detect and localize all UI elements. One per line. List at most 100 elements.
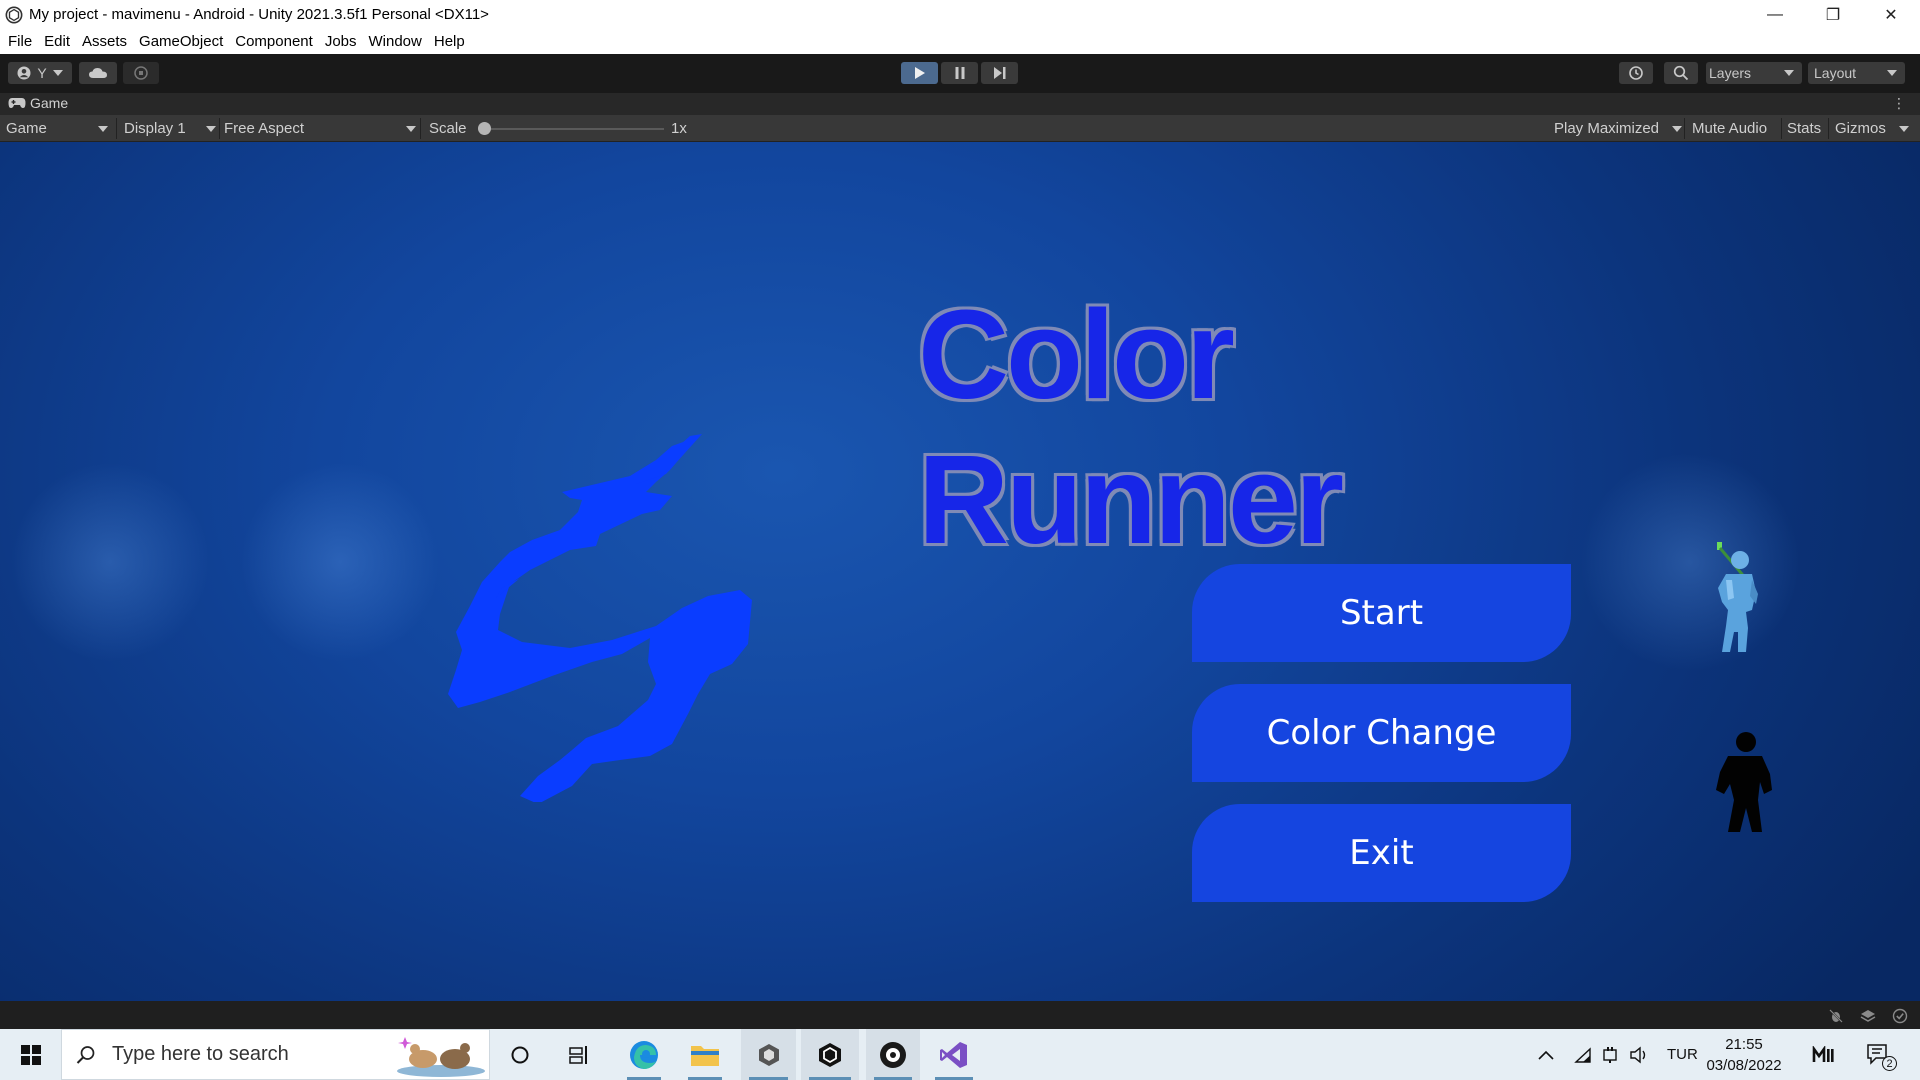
battery-button[interactable] <box>1602 1029 1618 1080</box>
chevron-down-icon <box>206 125 216 132</box>
blue-character-sprite <box>1717 542 1758 652</box>
stats-toggle[interactable]: Stats <box>1787 115 1821 142</box>
chevron-down-icon <box>406 125 416 132</box>
aspect-select[interactable]: Free Aspect <box>224 115 416 142</box>
layers-label: Layers <box>1709 65 1752 81</box>
notification-count-badge: 2 <box>1882 1056 1897 1071</box>
taskbar-edge[interactable] <box>619 1029 669 1080</box>
menu-file[interactable]: File <box>2 33 38 50</box>
taskbar-unity-editor[interactable] <box>801 1029 859 1080</box>
search-highlight-illustration <box>397 1037 485 1077</box>
clock[interactable]: 21:55 03/08/2022 <box>1706 1029 1781 1080</box>
gizmos-dropdown[interactable] <box>1899 115 1909 142</box>
play-button[interactable] <box>901 62 938 84</box>
mute-audio-toggle[interactable]: Mute Audio <box>1692 115 1767 142</box>
more-options-icon[interactable]: ⋮ <box>1892 95 1906 112</box>
collab-button[interactable] <box>123 62 159 84</box>
task-view-icon <box>569 1045 587 1064</box>
play-maximized-dropdown[interactable]: Play Maximized <box>1554 115 1682 142</box>
divider <box>1684 118 1685 139</box>
search-icon <box>1673 65 1689 81</box>
scale-slider-thumb[interactable] <box>478 121 491 135</box>
divider <box>219 118 220 139</box>
search-button[interactable] <box>1664 62 1698 84</box>
display-select[interactable]: Display 1 <box>124 115 216 142</box>
unity-editor-icon <box>819 1042 841 1067</box>
search-placeholder: Type here to search <box>112 1043 289 1065</box>
app-tray-icon <box>1812 1045 1834 1062</box>
show-hidden-icons-button[interactable] <box>1538 1029 1554 1080</box>
menu-gameobject[interactable]: GameObject <box>133 33 229 50</box>
gizmos-toggle[interactable]: Gizmos <box>1835 115 1886 142</box>
pause-icon <box>955 67 964 79</box>
window-title: My project - mavimenu - Android - Unity … <box>29 6 489 23</box>
menu-window[interactable]: Window <box>363 33 428 50</box>
task-view-button[interactable] <box>560 1029 600 1080</box>
start-button[interactable]: Start <box>1192 564 1571 662</box>
unity-app-icon <box>5 6 23 23</box>
power-plug-icon <box>1603 1046 1617 1063</box>
close-window-button[interactable]: ✕ <box>1862 0 1920 29</box>
display-select-label: Display 1 <box>124 120 186 137</box>
divider <box>116 118 117 139</box>
unity-status-bar <box>0 1001 1920 1029</box>
divider <box>1781 118 1782 139</box>
taskbar-visual-studio[interactable] <box>927 1029 981 1080</box>
scale-slider[interactable] <box>478 115 664 142</box>
input-language[interactable]: TUR <box>1667 1029 1698 1080</box>
edge-browser-icon <box>630 1040 658 1069</box>
menu-component[interactable]: Component <box>229 33 319 50</box>
meet-now-button[interactable] <box>1812 1029 1834 1080</box>
cloud-button[interactable] <box>79 62 117 84</box>
view-select[interactable]: Game <box>6 115 110 142</box>
layout-label: Layout <box>1814 65 1857 81</box>
history-button[interactable] <box>1619 62 1653 84</box>
debug-off-icon[interactable] <box>1828 1008 1844 1024</box>
unity-toolbar: Y Layers Layout <box>0 54 1920 93</box>
volume-button[interactable] <box>1630 1029 1650 1080</box>
step-icon <box>993 67 1005 79</box>
taskbar-obs-studio[interactable] <box>866 1029 920 1080</box>
layers-dropdown[interactable]: Layers <box>1706 62 1802 84</box>
start-menu-button[interactable] <box>0 1029 61 1080</box>
step-button[interactable] <box>981 62 1018 84</box>
exit-button[interactable]: Exit <box>1192 804 1571 902</box>
chevron-up-icon <box>1538 1050 1554 1060</box>
collab-icon <box>134 66 148 80</box>
menu-bar: File Edit Assets GameObject Component Jo… <box>0 29 1920 54</box>
game-view-toolbar: Game Display 1 Free Aspect Scale 1x Play… <box>0 115 1920 142</box>
play-maximized-label: Play Maximized <box>1554 120 1660 137</box>
layers-stack-icon[interactable] <box>1860 1008 1876 1024</box>
chevron-down-icon <box>1672 125 1682 132</box>
notification-center-button[interactable]: 2 <box>1866 1029 1897 1080</box>
menu-jobs[interactable]: Jobs <box>319 33 363 50</box>
taskbar-file-explorer[interactable] <box>680 1029 730 1080</box>
menu-assets[interactable]: Assets <box>76 33 133 50</box>
speaker-icon <box>1630 1046 1646 1063</box>
pause-button[interactable] <box>941 62 978 84</box>
color-change-button[interactable]: Color Change <box>1192 684 1571 782</box>
chevron-down-icon <box>1784 70 1794 76</box>
gamepad-icon <box>8 98 26 108</box>
game-title: Color Runner <box>918 284 1344 570</box>
game-viewport[interactable]: Color Runner Start Color Change Exit <box>0 142 1920 1001</box>
chevron-down-icon <box>52 70 63 76</box>
visual-studio-icon <box>940 1041 967 1068</box>
windows-taskbar: Type here to search TUR 21:55 03/08/2022… <box>0 1029 1920 1080</box>
menu-edit[interactable]: Edit <box>38 33 76 50</box>
menu-help[interactable]: Help <box>428 33 471 50</box>
network-button[interactable] <box>1574 1029 1592 1080</box>
minimize-button[interactable]: — <box>1746 0 1804 29</box>
layout-dropdown[interactable]: Layout <box>1808 62 1905 84</box>
scale-label: Scale <box>429 120 467 137</box>
account-label: Y <box>37 65 47 81</box>
checkmark-circle-icon[interactable] <box>1892 1008 1908 1024</box>
tab-game[interactable]: Game <box>8 95 68 111</box>
aspect-select-label: Free Aspect <box>224 120 305 137</box>
cortana-circle-icon <box>511 1046 529 1063</box>
taskbar-search-box[interactable]: Type here to search <box>61 1029 490 1080</box>
account-dropdown[interactable]: Y <box>8 62 72 84</box>
cortana-button[interactable] <box>500 1029 540 1080</box>
restore-button[interactable]: ❐ <box>1804 0 1862 29</box>
taskbar-unity-hub[interactable] <box>741 1029 796 1080</box>
